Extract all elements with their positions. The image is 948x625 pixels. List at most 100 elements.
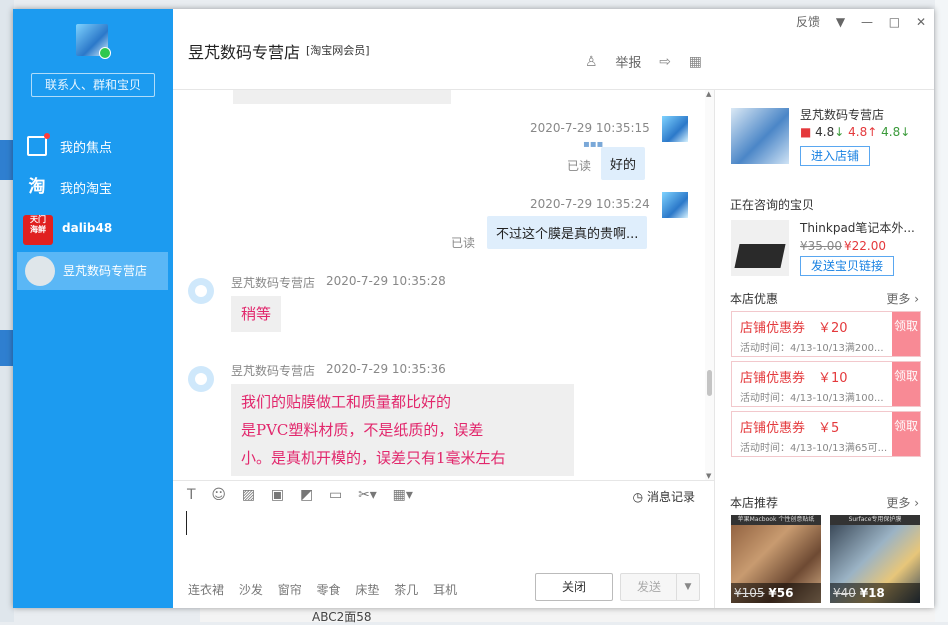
quick-words: 连衣裙 沙发 窗帘 零食 床垫 茶几 耳机 [188,581,468,598]
scroll-thumb[interactable] [707,370,712,396]
sidebar-item-shop[interactable]: 昱芃数码专营店 [17,252,168,290]
desktop-right-edge [935,0,948,622]
user-settings-icon[interactable]: ♙ [585,54,598,70]
recommended-product[interactable]: Surface专用保护膜 ¥40 ¥18 [830,515,920,603]
chevron-right-icon: › [914,292,919,306]
shop-thumbnail[interactable] [731,108,789,164]
apps-grid-icon[interactable]: ▦ [689,54,702,70]
quick-word[interactable]: 连衣裙 [188,583,224,597]
user-avatar[interactable] [76,24,111,59]
close-button[interactable]: 关闭 [535,573,613,601]
coupon-card: 店铺优惠券 ￥5 活动时间：4/13-10/13满65可... 领取 [731,411,921,457]
chat-scrollbar[interactable]: ▲ ▼ [705,90,714,480]
consulting-title: 正在咨询的宝贝 [730,198,815,212]
more-label: 更多 [886,292,911,306]
message-line: 小。是真机开模的，误差只有1毫米左右 [241,449,506,467]
shop-avatar [188,366,214,392]
desktop-left-edge [0,0,14,622]
product-price: ¥105 ¥56 [731,583,821,603]
sale-price: ¥56 [768,586,794,600]
minimize-icon[interactable]: — [861,15,873,29]
message-line: 我们的贴膜做工和质量都比好的 [241,393,452,411]
sidebar-item-my-taobao[interactable]: 淘 我的淘宝 [13,168,173,206]
product-banner: 苹果Macbook 个性创意贴纸 [731,515,821,525]
coupons-more-link[interactable]: 更多 › [886,290,919,307]
chart-icon[interactable]: ◩ [300,487,313,503]
desktop-bottom-text: ABC2面58 [312,610,372,624]
enter-shop-button[interactable]: 进入店铺 [800,146,870,166]
coupon-card: 店铺优惠券 ￥10 活动时间：4/13-10/13满100... 领取 [731,361,921,407]
product-thumbnail[interactable] [731,220,789,276]
maximize-icon[interactable]: □ [889,15,900,29]
send-button[interactable]: 发送 [620,573,678,601]
quick-word[interactable]: 零食 [317,583,341,597]
close-icon[interactable]: ✕ [916,15,926,29]
folder-icon[interactable]: ▣ [271,487,284,503]
input-toolbar: T ☺ ▨ ▣ ◩ ▭ ✂▾ ▦▾ [187,487,425,505]
message-time: 2020-7-29 10:35:28 [326,274,446,288]
dropdown-icon[interactable]: ▼ [836,15,845,29]
recommended-product[interactable]: 苹果Macbook 个性创意贴纸 ¥105 ¥56 [731,515,821,603]
coupons-title: 本店优惠 [730,292,779,306]
chevron-right-icon: › [914,496,919,510]
message-line: 是PVC塑料材质，不是纸质的，误差 [241,421,484,439]
scissors-icon[interactable]: ✂▾ [358,487,377,503]
scroll-up-icon[interactable]: ▲ [706,90,711,98]
message-input-area[interactable]: T ☺ ▨ ▣ ◩ ▭ ✂▾ ▦▾ ◷ 消息记录 连衣裙 沙发 窗帘 零食 床垫… [173,480,714,608]
message-list[interactable]: 2020-7-29 10:35:15 ▪▪▪ 好的 已读 2020-7-29 1… [173,90,714,480]
contact-avatar [25,256,55,286]
message-bubble-outgoing: 好的 [601,147,646,180]
read-status: 已读 [451,236,476,250]
coupon-title: 店铺优惠券 ￥10 [740,371,848,386]
quick-word[interactable]: 耳机 [433,583,457,597]
emoji-icon[interactable]: ☺ [211,487,226,503]
my-avatar [662,192,688,218]
taobao-icon: 淘 [28,177,46,197]
page-title: 昱芃数码专营店 [188,43,301,62]
chat-window: 联系人、群和宝贝 我的焦点 淘 我的淘宝 天门 海鲜 dalib48 昱芃数码专营… [13,9,934,608]
member-badge: [淘宝网会员] [306,44,370,57]
score-service: 4.8 [848,125,868,139]
coupon-card: 店铺优惠券 ￥20 活动时间：4/13-10/13满200... 领取 [731,311,921,357]
shop-badge-icon: ■ [800,125,812,139]
send-options-icon[interactable]: ▼ [676,573,700,601]
header-tools: ♙ 举报 ⇨ ▦ [571,52,702,72]
quick-word[interactable]: 床垫 [355,583,379,597]
shop-avatar [188,278,214,304]
message-bubble-outgoing: 不过这个膜是真的贵啊... [487,216,648,249]
sidebar-item-label: 我的焦点 [60,141,113,156]
quick-word[interactable]: 茶几 [394,583,418,597]
product-name[interactable]: Thinkpad笔记本外... [800,219,915,236]
feedback-link[interactable]: 反馈 [796,13,820,30]
my-avatar [662,116,688,142]
recommend-more-link[interactable]: 更多 › [886,494,919,511]
report-button[interactable]: 举报 [615,52,641,71]
history-button[interactable]: ◷ 消息记录 [633,488,695,505]
score-logistics: 4.8 [881,125,901,139]
quick-word[interactable]: 沙发 [239,583,263,597]
claim-coupon-button[interactable]: 领取 [892,312,920,356]
claim-coupon-button[interactable]: 领取 [892,412,920,456]
share-icon[interactable]: ⇨ [659,54,671,70]
original-price: ¥35.00 [800,239,842,253]
quick-word[interactable]: 窗帘 [278,583,302,597]
sidebar-item-focus[interactable]: 我的焦点 [13,127,173,165]
product-price: ¥40 ¥18 [830,583,920,603]
online-status-icon [99,47,111,59]
down-arrow-icon: ↓ [834,125,845,139]
sale-price: ¥22.00 [844,239,886,253]
image-icon[interactable]: ▨ [242,487,255,503]
send-product-link-button[interactable]: 发送宝贝链接 [800,256,894,276]
comment-icon[interactable]: ▭ [329,487,342,503]
scroll-down-icon[interactable]: ▼ [706,472,711,480]
claim-coupon-button[interactable]: 领取 [892,362,920,406]
font-icon[interactable]: T [187,487,196,503]
sidebar-item-dalib48[interactable]: 天门 海鲜 dalib48 [13,211,173,249]
message-time: 2020-7-29 10:35:36 [326,362,446,376]
sale-price: ¥18 [859,586,885,600]
grid-icon[interactable]: ▦▾ [393,487,413,503]
history-label: 消息记录 [646,490,695,504]
coupon-time: 活动时间：4/13-10/13满200... [740,343,884,354]
recommend-title: 本店推荐 [730,496,779,510]
contacts-search-button[interactable]: 联系人、群和宝贝 [31,73,155,97]
